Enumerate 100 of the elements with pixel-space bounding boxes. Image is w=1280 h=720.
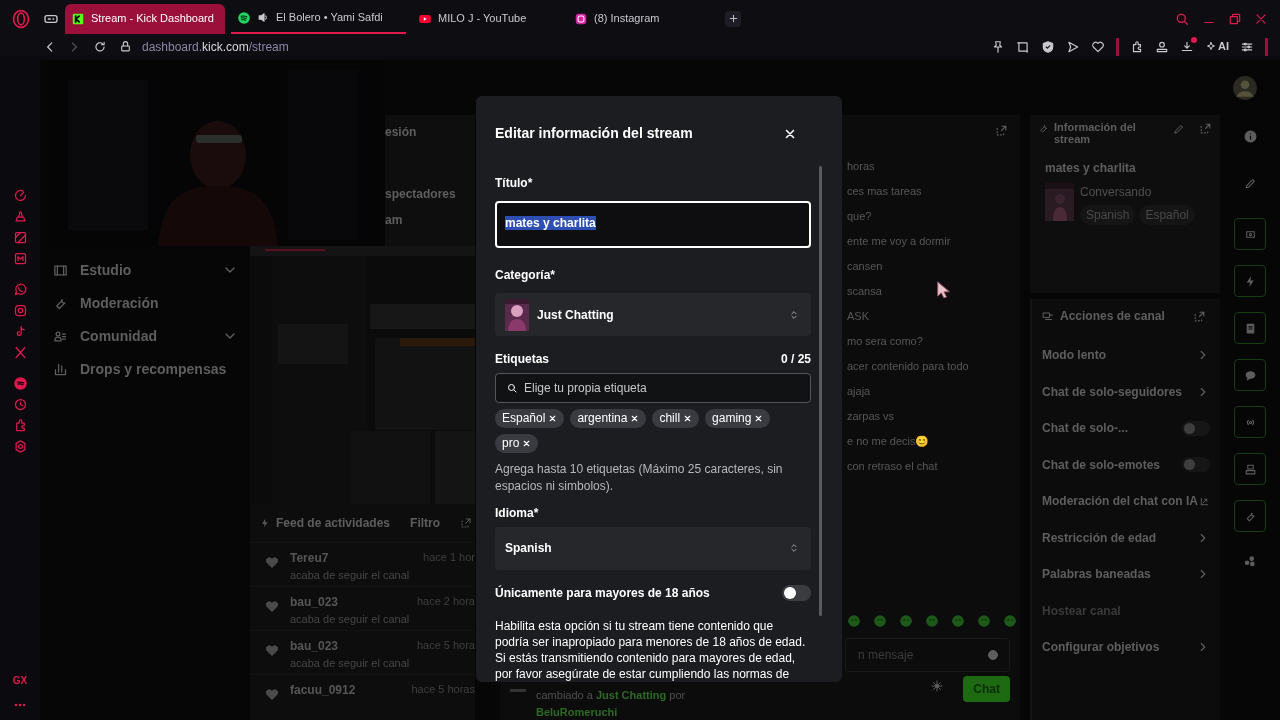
action-row[interactable]: Chat de solo-seguidores [1042,373,1210,410]
remove-icon[interactable] [754,413,764,423]
emoji-icon[interactable] [987,649,999,661]
popout-icon[interactable] [1199,122,1212,135]
tag-chip[interactable]: chill [652,408,700,428]
popout-icon[interactable] [460,517,473,529]
language-select[interactable]: Spanish [495,526,811,570]
shield-icon[interactable] [1041,39,1055,54]
speed-dial-icon[interactable] [12,188,28,203]
tag-chip[interactable]: pro [495,433,539,453]
action-row[interactable]: Configurar objetivos [1042,629,1210,666]
instagram-logo-icon [574,11,588,26]
chat-message: acer contenido para todo [847,359,969,374]
sidebar-button[interactable] [1234,312,1266,344]
messenger-icon[interactable] [12,251,28,266]
browser-tab[interactable]: (8) Instagram [568,3,713,34]
username: facuu_0912 [290,682,356,699]
action-row[interactable]: Chat de solo-emotes [1042,446,1210,483]
popout-icon[interactable] [1193,309,1206,323]
dots-icon[interactable] [1243,554,1257,568]
account-icon[interactable] [1155,39,1169,54]
x-logo-icon[interactable] [12,345,28,360]
tag-search-field[interactable]: Elige tu propia etiqueta [495,373,811,403]
settings-icon[interactable] [12,439,28,454]
chat-message: scansa [847,284,882,299]
chat-message: que? [847,209,872,224]
chat-message: ente me voy a dormir [847,234,951,249]
action-row[interactable]: Palabras baneadas [1042,556,1210,593]
ai-button[interactable]: AI [1205,38,1229,55]
chat-message: cambiado a Just Chatting por [536,688,686,703]
pin-icon[interactable] [991,39,1005,54]
browser-tab[interactable]: El Bolero • Yami Safdi [231,3,406,34]
action-row[interactable]: Restricción de edad [1042,519,1210,556]
popout-icon[interactable] [995,123,1008,137]
download-button[interactable] [1180,39,1194,54]
remove-icon[interactable] [630,413,640,423]
heart-icon [264,686,280,702]
external-link-icon [1199,495,1210,507]
film-icon [53,262,68,278]
scrollbar[interactable] [819,166,822,616]
sidebar-button[interactable] [1234,453,1266,485]
toggle-switch[interactable] [782,585,811,601]
sidebar-button[interactable] [1234,359,1266,391]
category-select[interactable]: Just Chatting [495,293,811,337]
menu-item[interactable]: Moderación [53,293,250,313]
opera-logo-icon[interactable] [11,8,31,29]
gx-label[interactable]: GX [12,673,28,688]
settings-icon[interactable] [931,680,944,692]
speaker-icon[interactable] [257,11,270,24]
filter-button[interactable]: Filtro [410,514,441,532]
sidebar-button[interactable] [1234,218,1266,250]
heart-icon[interactable] [1091,39,1105,54]
channel-icon [1042,310,1054,322]
menu-item[interactable]: Drops y recompensas [53,359,250,379]
tag-chip[interactable]: gaming [705,408,771,428]
reload-icon[interactable] [93,39,107,54]
toggle-switch[interactable] [1182,420,1210,436]
field-label: Idioma* [495,504,540,522]
tag-chip[interactable]: Español [495,408,565,428]
toggle-switch[interactable] [1182,457,1210,473]
chat-message: con retraso el chat [847,459,938,474]
emote-icon[interactable] [899,614,913,628]
menu-item[interactable]: Comunidad [53,326,250,346]
chat-message: cansen [847,259,883,274]
action-row[interactable]: Modo lento [1042,337,1210,374]
stream-icon[interactable] [12,230,28,245]
instagram-icon[interactable] [12,303,28,318]
spotify-icon[interactable] [12,376,28,391]
action-row[interactable]: Chat de solo-... [1042,410,1210,447]
emote-icon[interactable] [847,614,861,628]
browser-tab[interactable]: MILO J - YouTube [412,3,562,34]
avatar-icon[interactable] [1232,74,1258,101]
sparkle-icon [1205,40,1217,53]
whatsapp-icon[interactable] [12,282,28,297]
restore-icon[interactable] [1228,11,1242,26]
emote-icon[interactable] [925,614,939,628]
info-icon[interactable] [1243,130,1257,143]
chat-message: e no me decis😊 [847,434,930,449]
remove-icon[interactable] [683,413,693,423]
tag-chip[interactable]: argentina [570,408,647,428]
panel-title: Feed de actividades [276,515,391,532]
clock-icon[interactable] [12,397,28,412]
menu-item[interactable]: Estudio [53,260,250,280]
tag-counter: 0 / 25 [780,351,811,369]
emote-icon[interactable] [977,614,991,628]
extensions-icon[interactable] [1130,39,1144,54]
description-text: Habilita esta opción si tu stream tiene contenido que podría ser inapropiado para menores de 18 años de edad. Si estás transmitiendo contenido para mayores de edad, por favor asegúrate de estar cumpliendo las normas de [495,618,807,682]
chat-button[interactable]: Chat [963,676,1010,702]
action-row[interactable]: Moderación del chat con IA [1042,483,1210,520]
remove-icon[interactable] [548,413,558,423]
remove-icon[interactable] [522,438,532,448]
browser-tab[interactable]: Stream - Kick Dashboard [65,3,225,34]
title-input-field[interactable]: mates y charlita [495,201,811,249]
pencil-icon[interactable] [1243,177,1257,190]
emote-icon[interactable] [1003,614,1017,628]
emote-icon[interactable] [951,614,965,628]
emote-icon[interactable] [873,614,887,628]
snapshot-icon[interactable] [1016,39,1030,54]
send-icon[interactable] [1066,39,1080,54]
address-field[interactable]: dashboard.kick.com/stream [142,37,289,56]
